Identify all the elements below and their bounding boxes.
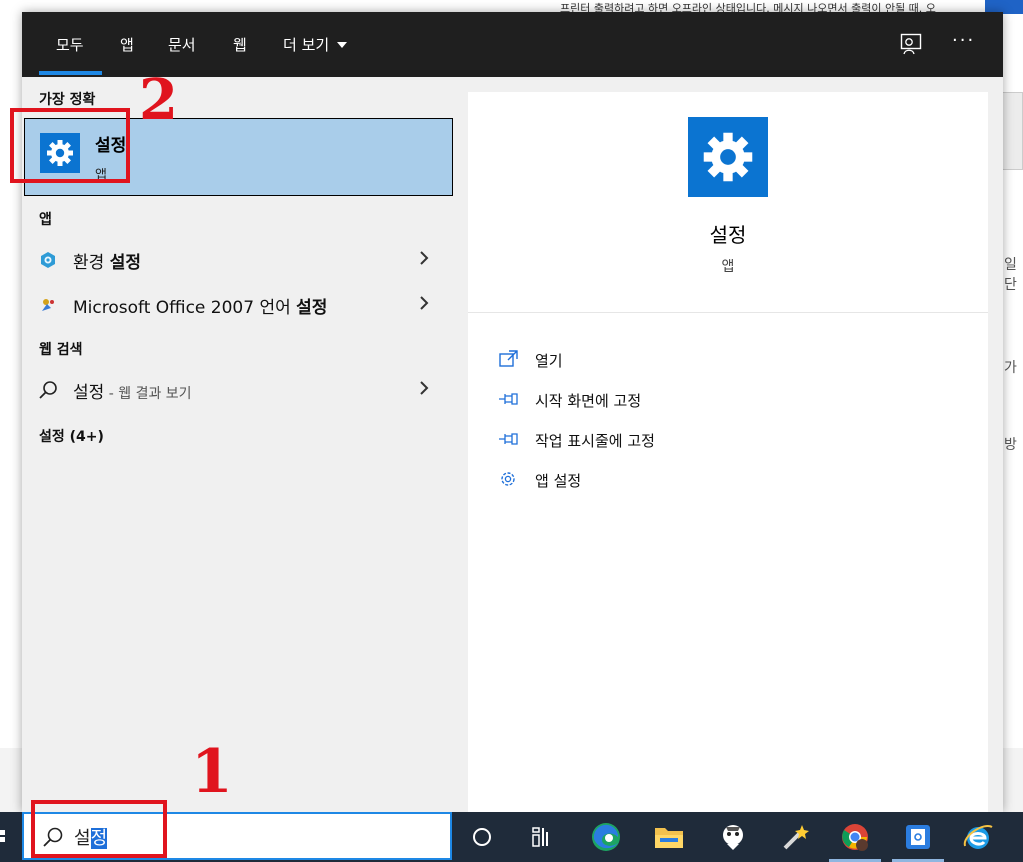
- web-search-label: 설정: [73, 383, 105, 403]
- app-item-label: Microsoft Office 2007 언어: [73, 298, 297, 318]
- action-label: 작업 표시줄에 고정: [535, 432, 655, 450]
- hangul-word-icon[interactable]: [901, 820, 935, 854]
- search-icon: [38, 380, 58, 400]
- office-language-icon: [38, 295, 58, 315]
- background-text: 방: [1004, 437, 1017, 453]
- magic-wand-app-icon[interactable]: [779, 820, 813, 854]
- action-open[interactable]: 열기: [498, 345, 798, 375]
- background-thumbnail: [1001, 92, 1023, 170]
- tab-all[interactable]: 모두: [56, 34, 84, 55]
- tab-more[interactable]: 더 보기: [283, 34, 348, 55]
- open-icon: [499, 350, 518, 367]
- app-item-match: 설정: [109, 253, 141, 273]
- web-search-sub: - 웹 결과 보기: [104, 386, 192, 402]
- messenger-app-icon[interactable]: [716, 820, 750, 854]
- action-pin-taskbar[interactable]: 작업 표시줄에 고정: [498, 425, 798, 455]
- chevron-right-icon[interactable]: [417, 248, 431, 268]
- app-item-match: 설정: [296, 298, 328, 318]
- app-item-label: 환경: [73, 253, 110, 273]
- tab-documents[interactable]: 문서: [168, 34, 196, 55]
- background-text: 일단: [1004, 257, 1017, 293]
- active-tab-indicator: [39, 71, 102, 75]
- action-label: 열기: [535, 352, 563, 370]
- web-search-heading: 웹 검색: [39, 342, 83, 358]
- preview-subtitle: 앱: [721, 259, 735, 275]
- annotation-box: [10, 108, 130, 183]
- cortana-icon[interactable]: [465, 820, 499, 854]
- annotation-box: [31, 800, 167, 858]
- divider: [468, 312, 988, 313]
- gear-icon: [501, 472, 515, 486]
- file-explorer-icon[interactable]: [652, 820, 686, 854]
- preview-pane: 설정 앱 열기 시작 화면에 고정 작업 표시줄에 고정 앱 설정: [468, 92, 988, 812]
- app-item-environment-settings[interactable]: 환경 설정: [24, 239, 453, 279]
- chrome-browser-icon[interactable]: [838, 820, 872, 854]
- preview-title: 설정: [709, 223, 747, 247]
- chevron-right-icon[interactable]: [417, 293, 431, 313]
- action-label: 앱 설정: [535, 472, 582, 490]
- tab-apps[interactable]: 앱: [120, 34, 134, 55]
- internet-explorer-icon[interactable]: [961, 820, 995, 854]
- best-match-heading: 가장 정확: [39, 92, 96, 108]
- background-text: 가: [1004, 360, 1017, 376]
- action-label: 시작 화면에 고정: [535, 392, 642, 410]
- annotation-number: 2: [139, 67, 178, 133]
- app-item-office-language-settings[interactable]: Microsoft Office 2007 언어 설정: [24, 284, 453, 324]
- pin-icon: [499, 393, 518, 405]
- edge-browser-icon[interactable]: [589, 820, 623, 854]
- caret-down-icon: [336, 42, 347, 48]
- tab-more-label: 더 보기: [283, 36, 330, 54]
- tab-web[interactable]: 웹: [233, 34, 247, 55]
- action-pin-start[interactable]: 시작 화면에 고정: [498, 385, 798, 415]
- settings-gear-icon: [688, 117, 768, 197]
- chevron-right-icon[interactable]: [417, 378, 431, 398]
- control-panel-icon: [38, 250, 58, 270]
- task-view-icon[interactable]: [525, 820, 559, 854]
- settings-results-heading[interactable]: 설정 (4+): [39, 426, 104, 446]
- more-options-icon[interactable]: ···: [952, 30, 975, 51]
- start-button-edge[interactable]: [0, 826, 6, 848]
- pin-icon: [499, 433, 518, 445]
- annotation-number: 1: [191, 737, 233, 807]
- feedback-icon[interactable]: [899, 32, 923, 56]
- apps-heading: 앱: [39, 212, 52, 228]
- action-app-settings[interactable]: 앱 설정: [498, 465, 798, 495]
- web-search-item[interactable]: 설정 - 웹 결과 보기: [24, 369, 453, 409]
